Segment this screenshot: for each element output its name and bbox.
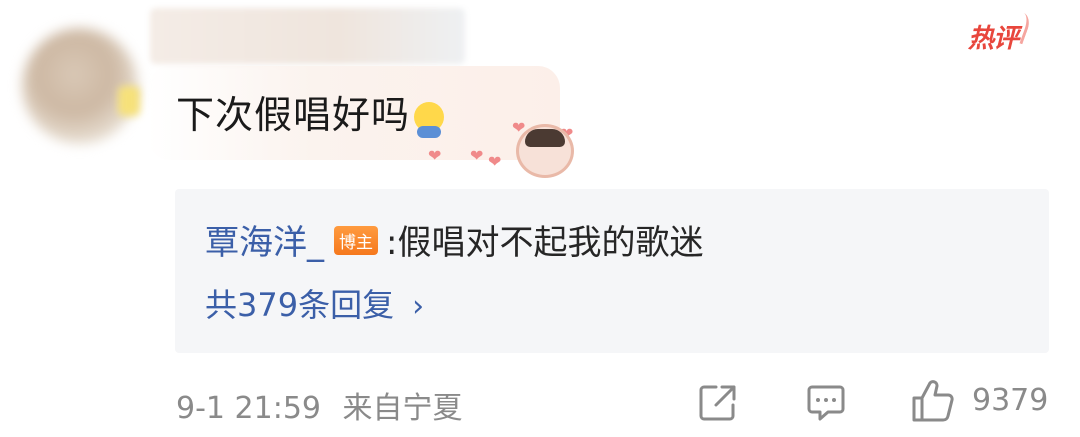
comment-content[interactable]: 下次假唱好吗	[176, 84, 445, 139]
blurred-username[interactable]	[150, 8, 465, 64]
reply-count-label: 共379条回复	[205, 286, 395, 324]
comment-meta: 9-1 21:59 来自宁夏	[176, 383, 463, 427]
verified-badge-icon	[118, 86, 140, 116]
heart-decoration-icon: ❤	[470, 146, 484, 165]
timestamp: 9-1 21:59	[176, 391, 321, 426]
reply-text: 假唱对不起我的歌迷	[397, 223, 704, 263]
hot-comment-tag: 热评	[968, 18, 1019, 55]
comment-icon[interactable]	[806, 383, 846, 423]
chevron-right-icon: ›	[412, 289, 425, 324]
view-replies-link[interactable]: 共379条回复 ›	[205, 280, 424, 326]
cold-sweat-emoji-icon	[414, 102, 445, 138]
top-reply[interactable]: 覃海洋_ 博主:假唱对不起我的歌迷	[205, 215, 703, 264]
location: 来自宁夏	[342, 391, 463, 426]
reply-author[interactable]: 覃海洋_	[205, 223, 324, 263]
avatar-frame-decoration-icon	[516, 124, 574, 178]
reply-separator: :	[386, 223, 398, 263]
reply-preview-box[interactable]	[175, 189, 1049, 353]
thumbs-up-icon[interactable]	[910, 378, 956, 424]
heart-decoration-icon: ❤	[488, 152, 502, 171]
comment-text: 下次假唱好吗	[176, 93, 411, 137]
like-count: 9379	[972, 383, 1049, 418]
host-badge: 博主	[334, 226, 378, 255]
share-icon[interactable]	[698, 383, 738, 423]
heart-decoration-icon: ❤	[428, 146, 442, 165]
